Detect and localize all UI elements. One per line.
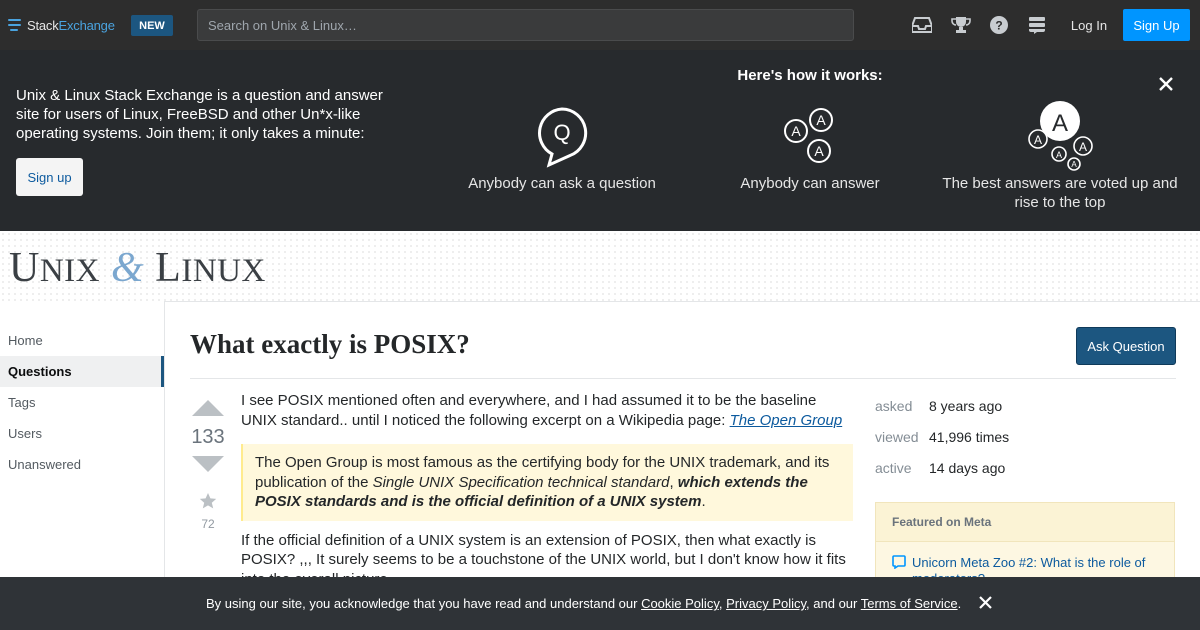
stat-asked: asked 8 years ago [875, 397, 1003, 414]
top-bar: StackExchange NEW ? Log In Sign Up [0, 0, 1200, 50]
question-stats: asked 8 years ago viewed 41,996 times acti… [875, 390, 1175, 483]
stat-viewed: viewed 41,996 times [875, 428, 1010, 445]
help-icon[interactable]: ? [988, 14, 1010, 36]
search-input[interactable] [197, 9, 854, 41]
title-inux: INUX [181, 253, 266, 289]
nav-item-users[interactable]: Users [0, 418, 164, 449]
login-button[interactable]: Log In [1061, 9, 1117, 41]
open-group-link[interactable]: The Open Group [730, 412, 843, 429]
nav-item-questions[interactable]: Questions [0, 356, 164, 387]
hero-banner: Unix & Linux Stack Exchange is a questio… [0, 50, 1200, 231]
how-item-best: AAAAA The best answers are voted up and … [938, 100, 1182, 212]
svg-text:A: A [1034, 133, 1042, 147]
nav-item-unanswered[interactable]: Unanswered [0, 449, 164, 480]
nav-item-tags[interactable]: Tags [0, 387, 164, 418]
cookie-close-icon[interactable] [976, 593, 994, 611]
title-amp: & [111, 245, 145, 291]
svg-text:Q: Q [553, 120, 570, 145]
left-sidebar: Home Questions Tags Users Unanswered [0, 325, 164, 480]
svg-text:?: ? [995, 19, 1002, 33]
blockquote: The Open Group is most famous as the cer… [241, 444, 853, 521]
logo-prefix: Stack [27, 17, 59, 33]
title-nix: NIX [39, 253, 100, 289]
new-badge[interactable]: NEW [131, 15, 173, 36]
how-item-answer: AAA Anybody can answer [710, 100, 910, 193]
signup-button[interactable]: Sign Up [1123, 9, 1190, 41]
svg-text:A: A [1052, 110, 1068, 137]
title-divider [190, 378, 1176, 379]
stackexchange-logo[interactable]: StackExchange [8, 16, 115, 34]
favorite-star-icon[interactable] [190, 492, 226, 513]
svg-text:A: A [791, 123, 801, 139]
inbox-icon[interactable] [911, 14, 933, 36]
terms-of-service-link[interactable]: Terms of Service [861, 596, 958, 611]
answer-icon: AAA [710, 100, 910, 174]
achievements-icon[interactable] [950, 14, 972, 36]
nav-item-home[interactable]: Home [0, 325, 164, 356]
svg-text:A: A [814, 143, 824, 159]
upvote-icon[interactable] [190, 399, 226, 420]
svg-text:A: A [1056, 150, 1062, 160]
logo-suffix: Exchange [58, 17, 115, 33]
voted-up-icon: AAAAA [938, 100, 1182, 174]
how-item-caption: Anybody can ask a question [468, 175, 656, 192]
title-u: U [9, 245, 40, 291]
how-it-works-title: Here's how it works: [737, 67, 883, 84]
site-logo[interactable]: UNIX & LINUX [9, 244, 266, 292]
question-title[interactable]: What exactly is POSIX? [190, 329, 470, 360]
title-l: L [155, 245, 182, 291]
featured-on-meta-heading: Featured on Meta [876, 503, 1174, 542]
how-item-caption: Anybody can answer [740, 175, 880, 192]
svg-text:A: A [1079, 140, 1087, 154]
question-body: I see POSIX mentioned often and everywhe… [241, 391, 853, 589]
stackexchange-logo-icon [8, 19, 21, 31]
cookie-policy-link[interactable]: Cookie Policy [641, 596, 719, 611]
cookie-banner: By using our site, you acknowledge that … [0, 577, 1200, 630]
vote-count: 133 [191, 426, 225, 448]
svg-text:A: A [1071, 160, 1077, 169]
question-paragraph-1: I see POSIX mentioned often and everywhe… [241, 392, 843, 429]
how-item-caption: The best answers are voted up and rise t… [942, 175, 1178, 211]
vote-cell: 133 72 [190, 399, 226, 531]
ask-question-button[interactable]: Ask Question [1076, 327, 1176, 365]
ask-question-icon: Q [462, 100, 662, 174]
svg-text:A: A [816, 112, 826, 128]
hero-description: Unix & Linux Stack Exchange is a questio… [16, 87, 383, 142]
close-icon[interactable] [1156, 74, 1176, 94]
downvote-icon[interactable] [190, 455, 226, 476]
stat-active: active 14 days ago [875, 459, 1006, 476]
how-item-ask: Q Anybody can ask a question [462, 100, 662, 193]
privacy-policy-link[interactable]: Privacy Policy [726, 596, 806, 611]
site-switcher-icon[interactable] [1026, 14, 1048, 36]
favorite-count: 72 [201, 517, 215, 531]
hero-signup-button[interactable]: Sign up [16, 158, 83, 196]
cookie-notice: By using our site, you acknowledge that … [206, 596, 962, 611]
